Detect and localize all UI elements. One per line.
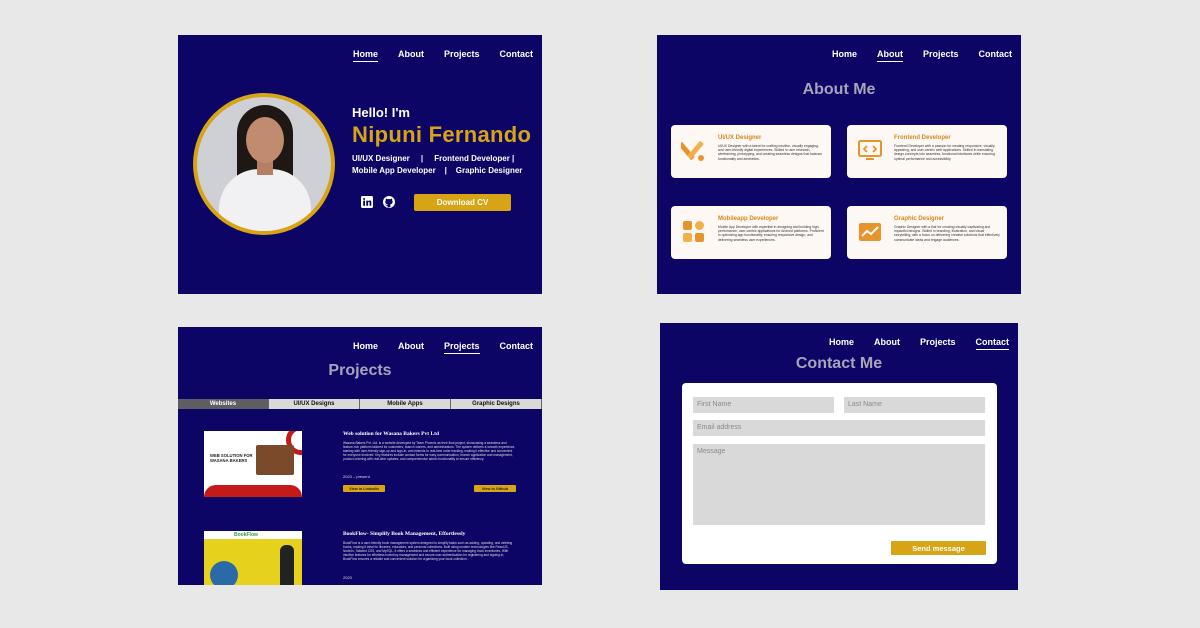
project-thumbnail: WEB SOLUTION FOR WASANA BAKERS xyxy=(204,431,302,497)
card-desc: UI/UX Designer with a talent for craftin… xyxy=(718,144,823,161)
nav-projects[interactable]: Projects xyxy=(444,49,480,62)
project-title: BookFlow- Simplify Book Management, Effo… xyxy=(343,531,466,537)
card-desc: Mobile App Developer with expertise in d… xyxy=(718,225,824,242)
project-item-bookflow: BookFlow BookFlow- Simplify Book Managem… xyxy=(204,531,516,585)
download-cv-button[interactable]: Download CV xyxy=(414,194,511,211)
tab-websites[interactable]: Websites xyxy=(178,399,269,409)
nav-projects[interactable]: Projects xyxy=(923,49,959,62)
about-panel: Home About Projects Contact About Me UI/… xyxy=(657,35,1021,294)
graphic-chart-icon xyxy=(859,223,881,241)
card-title: Mobileapp Developer xyxy=(718,216,779,222)
nav-contact[interactable]: Contact xyxy=(500,49,534,62)
contact-nav: Home About Projects Contact xyxy=(829,323,1018,350)
linkedin-icon[interactable] xyxy=(361,196,373,208)
nav-contact[interactable]: Contact xyxy=(975,337,1009,350)
project-thumbnail: BookFlow xyxy=(204,531,302,585)
card-title: Frontend Developer xyxy=(894,135,951,141)
roles-line-2: Mobile App Developer | Graphic Designer xyxy=(352,166,523,175)
nav-about[interactable]: About xyxy=(874,337,900,350)
nav-home[interactable]: Home xyxy=(832,49,857,62)
tab-graphic-designs[interactable]: Graphic Designs xyxy=(451,399,542,409)
email-field[interactable]: Email address xyxy=(693,420,985,436)
project-desc: BookFlow is a user-friendly book managem… xyxy=(343,541,513,561)
send-message-button[interactable]: Send message xyxy=(891,541,986,555)
about-title: About Me xyxy=(802,81,876,98)
contact-form: First Name Last Name Email address Messa… xyxy=(682,383,997,564)
github-icon[interactable] xyxy=(383,196,395,208)
nav-about[interactable]: About xyxy=(398,49,424,62)
project-year: 2023 xyxy=(343,575,352,580)
project-tabs: Websites UI/UX Designs Mobile Apps Graph… xyxy=(178,399,542,409)
message-field[interactable]: Message xyxy=(693,444,985,525)
nav-contact[interactable]: Contact xyxy=(500,341,534,354)
card-desc: Graphic Designer with a flair for creati… xyxy=(894,225,1000,242)
projects-title: Projects xyxy=(328,362,392,379)
about-card-mobile: Mobileapp Developer Mobile App Developer… xyxy=(671,206,831,259)
about-card-frontend: Frontend Developer Frontend Developer wi… xyxy=(847,125,1007,178)
card-title: UI/UX Designer xyxy=(718,135,762,141)
design-tools-icon xyxy=(681,141,704,161)
first-name-field[interactable]: First Name xyxy=(693,397,834,413)
nav-home[interactable]: Home xyxy=(353,341,378,354)
hero-roles: UI/UX Designer | Frontend Developer | Mo… xyxy=(352,153,522,177)
nav-projects[interactable]: Projects xyxy=(443,341,480,354)
view-github-button[interactable]: View in Github xyxy=(474,485,516,492)
contact-panel: Home About Projects Contact Contact Me F… xyxy=(660,323,1018,590)
nav-home[interactable]: Home xyxy=(829,337,854,350)
hero-nav: Home About Projects Contact xyxy=(352,35,542,62)
contact-title: Contact Me xyxy=(795,355,883,372)
nav-home[interactable]: Home xyxy=(352,49,378,62)
about-card-uiux: UI/UX Designer UI/UX Designer with a tal… xyxy=(671,125,831,178)
profile-photo xyxy=(193,93,335,235)
project-desc: Wasana Bakers Pvt. Ltd. is a website dev… xyxy=(343,441,516,461)
card-desc: Frontend Developer with a passion for cr… xyxy=(894,144,995,161)
hero-panel: Home About Projects Contact Hello! I'm N… xyxy=(178,35,542,294)
greeting: Hello! I'm xyxy=(352,105,410,120)
nav-about[interactable]: About xyxy=(876,49,903,62)
tab-mobile-apps[interactable]: Mobile Apps xyxy=(360,399,451,409)
thumb-text: WEB SOLUTION FOR WASANA BAKERS xyxy=(210,453,253,463)
about-card-graphic: Graphic Designer Graphic Designer with a… xyxy=(847,206,1007,259)
project-item-wasana: WEB SOLUTION FOR WASANA BAKERS Web solut… xyxy=(204,431,516,501)
card-title: Graphic Designer xyxy=(894,216,945,222)
apps-grid-icon xyxy=(683,221,704,242)
roles-line-1: UI/UX Designer | Frontend Developer | xyxy=(352,154,515,163)
projects-nav: Home About Projects Contact xyxy=(353,327,542,354)
thumb-text: BookFlow xyxy=(234,532,258,538)
nav-projects[interactable]: Projects xyxy=(920,337,956,350)
social-links xyxy=(361,196,395,208)
projects-panel: Home About Projects Contact Projects Web… xyxy=(178,327,542,585)
project-title: Web solution for Wasana Bakers Pvt Ltd xyxy=(343,431,440,437)
project-year: 2023 – present xyxy=(343,474,370,479)
view-linkedin-button[interactable]: View in LinkedIn xyxy=(343,485,385,492)
last-name-field[interactable]: Last Name xyxy=(844,397,985,413)
tab-uiux-designs[interactable]: UI/UX Designs xyxy=(269,399,360,409)
code-monitor-icon xyxy=(858,140,882,160)
about-nav: Home About Projects Contact xyxy=(832,35,1021,62)
nav-contact[interactable]: Contact xyxy=(979,49,1013,62)
nav-about[interactable]: About xyxy=(398,341,424,354)
hero-name: Nipuni Fernando xyxy=(352,122,532,147)
